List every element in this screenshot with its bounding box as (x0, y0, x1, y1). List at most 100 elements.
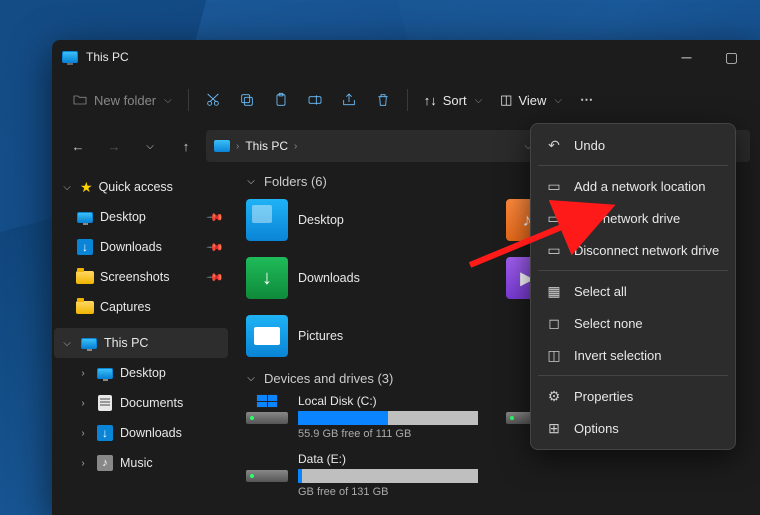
up-button[interactable]: ↑ (170, 130, 202, 162)
chevron-right-icon: › (76, 428, 90, 439)
sidebar-item-music[interactable]: › ♪ Music (54, 448, 228, 478)
drive-label: Data (E:) (298, 452, 492, 466)
menu-icon: ⊞ (546, 420, 562, 436)
sidebar-item-desktop-pc[interactable]: › Desktop (54, 358, 228, 388)
folder-icon (76, 301, 94, 314)
new-folder-icon (72, 92, 88, 108)
sidebar-item-downloads-pc[interactable]: › ↓ Downloads (54, 418, 228, 448)
star-icon: ★ (80, 179, 93, 196)
view-button[interactable]: ◫ View ⌵ (492, 86, 570, 114)
chevron-right-icon: › (76, 368, 90, 379)
menu-label: Undo (574, 138, 605, 153)
delete-icon (375, 92, 391, 108)
paste-button[interactable] (265, 86, 297, 114)
menu-item-select-all[interactable]: ▦Select all (536, 275, 730, 307)
this-pc-icon (81, 338, 97, 349)
folder-tile-desktop[interactable]: Desktop (244, 195, 494, 245)
downloads-icon: ↓ (246, 257, 288, 299)
menu-label: Invert selection (574, 348, 661, 363)
menu-icon: ◻ (546, 315, 562, 331)
menu-item-undo[interactable]: ↶Undo (536, 129, 730, 161)
address-bar[interactable]: › This PC › ⌵ (206, 130, 540, 162)
more-button[interactable]: ⋯ (572, 86, 603, 114)
drive-icon (246, 394, 288, 424)
menu-item-properties[interactable]: ⚙Properties (536, 380, 730, 412)
chevron-right-icon: › (76, 398, 90, 409)
copy-button[interactable] (231, 86, 263, 114)
downloads-icon: ↓ (77, 239, 93, 255)
menu-item-select-none[interactable]: ◻ Select none (536, 307, 730, 339)
downloads-icon: ↓ (97, 425, 113, 441)
menu-item-map-network-drive[interactable]: ▭ Map network drive (536, 202, 730, 234)
delete-button[interactable] (367, 86, 399, 114)
menu-item-disconnect-network-drive[interactable]: ▭ Disconnect network drive (536, 234, 730, 266)
menu-item-options[interactable]: ⊞Options (536, 412, 730, 444)
desktop-icon (246, 199, 288, 241)
address-icon (214, 140, 230, 152)
sidebar-item-screenshots[interactable]: Screenshots 📌 (54, 262, 228, 292)
menu-icon: ▭ (546, 210, 562, 226)
sort-label: Sort (443, 93, 467, 108)
chevron-down-icon: ⌵ (244, 373, 258, 384)
navigation-pane: ⌵ ★ Quick access Desktop 📌 ↓ Downloads 📌… (52, 166, 230, 515)
chevron-right-icon: › (236, 141, 239, 152)
desktop-icon (77, 212, 93, 223)
command-bar: New folder ⌵ ↑↓ Sort ⌵ ◫ View ⌵ ⋯ (52, 74, 760, 126)
pin-icon: 📌 (206, 238, 225, 257)
folder-tile-downloads[interactable]: ↓ Downloads (244, 253, 494, 303)
sidebar-label: Screenshots (100, 270, 169, 284)
menu-separator (538, 165, 728, 166)
recent-button[interactable]: ⌵ (134, 130, 166, 162)
drive-e[interactable]: Data (E:) GB free of 131 GB (244, 450, 494, 500)
drive-label: Local Disk (C:) (298, 394, 492, 408)
menu-label: Disconnect network drive (574, 243, 719, 258)
sort-button[interactable]: ↑↓ Sort ⌵ (416, 87, 490, 114)
share-button[interactable] (333, 86, 365, 114)
sidebar-label: Captures (100, 300, 151, 314)
sidebar-label: Documents (120, 396, 183, 410)
menu-item-invert-selection[interactable]: ◫Invert selection (536, 339, 730, 371)
chevron-right-icon: › (76, 458, 90, 469)
menu-label: Map network drive (574, 211, 680, 226)
breadcrumb-root[interactable]: This PC (245, 139, 288, 153)
rename-button[interactable] (299, 86, 331, 114)
menu-icon: ▭ (546, 242, 562, 258)
music-icon: ♪ (97, 455, 113, 471)
menu-item-add-a-network-location[interactable]: ▭Add a network location (536, 170, 730, 202)
sidebar-item-captures[interactable]: Captures (54, 292, 228, 322)
this-pc-icon (62, 51, 78, 63)
drive-c[interactable]: Local Disk (C:) 55.9 GB free of 111 GB (244, 392, 494, 442)
new-folder-button[interactable]: New folder ⌵ (64, 86, 180, 114)
view-label: View (518, 93, 546, 108)
minimize-button[interactable]: ─ (664, 40, 709, 74)
folder-tile-pictures[interactable]: Pictures (244, 311, 494, 361)
tile-label: Desktop (298, 213, 344, 227)
usage-bar (298, 411, 478, 425)
desktop-icon (97, 368, 113, 379)
maximize-button[interactable]: ▢ (709, 40, 754, 74)
sort-icon: ↑↓ (424, 93, 437, 108)
menu-icon: ▦ (546, 283, 562, 299)
forward-button[interactable]: → (98, 130, 130, 162)
ellipsis-icon: ⋯ (580, 92, 595, 108)
more-context-menu: ↶Undo▭Add a network location▭Map network… (530, 123, 736, 450)
pin-icon: 📌 (206, 268, 225, 287)
view-icon: ◫ (500, 92, 512, 108)
cut-button[interactable] (197, 86, 229, 114)
sidebar-item-desktop[interactable]: Desktop 📌 (54, 202, 228, 232)
title-bar: This PC ─ ▢ (52, 40, 760, 74)
menu-label: Add a network location (574, 179, 706, 194)
menu-label: Select none (574, 316, 643, 331)
rename-icon (307, 92, 323, 108)
group-label: Folders (6) (264, 174, 327, 189)
cut-icon (205, 92, 221, 108)
sidebar-item-documents[interactable]: › Documents (54, 388, 228, 418)
sidebar-item-downloads[interactable]: ↓ Downloads 📌 (54, 232, 228, 262)
group-label: Devices and drives (3) (264, 371, 393, 386)
sidebar-quick-access[interactable]: ⌵ ★ Quick access (54, 172, 228, 202)
back-button[interactable]: ← (62, 130, 94, 162)
documents-icon (98, 395, 112, 411)
chevron-down-icon: ⌵ (60, 338, 74, 349)
window-title: This PC (86, 50, 129, 64)
sidebar-this-pc[interactable]: ⌵ This PC (54, 328, 228, 358)
